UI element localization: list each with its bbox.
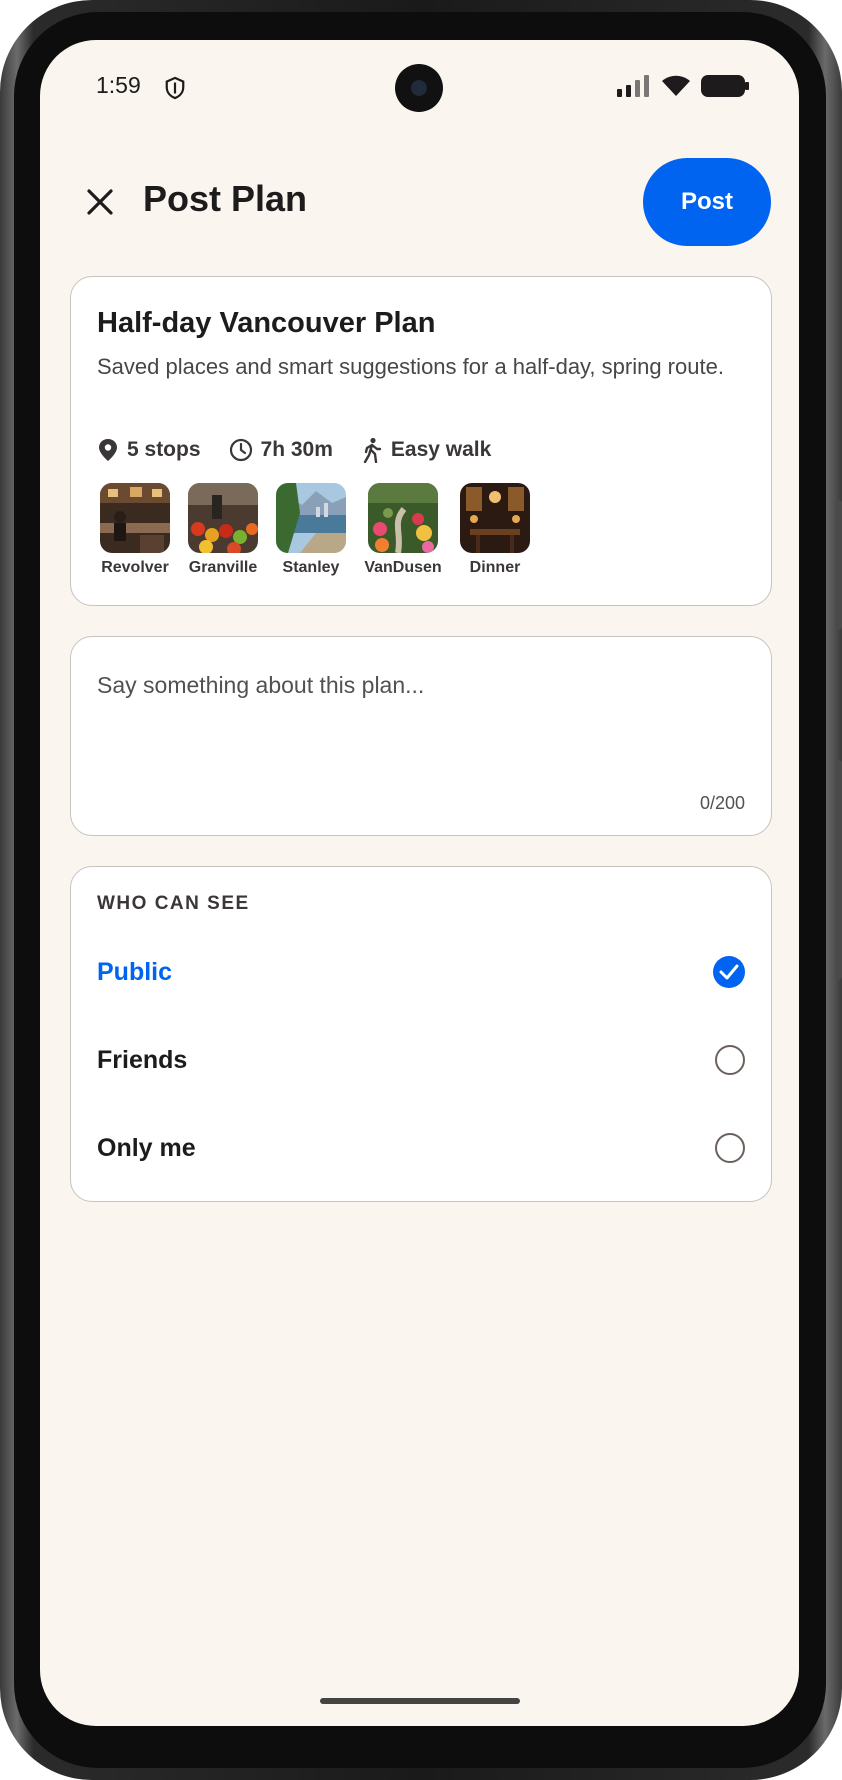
place-label: Dinner [469,559,521,576]
place-label: Revolver [101,559,169,576]
post-button[interactable]: Post [643,158,771,246]
plan-meta: 5 stops 7h 30m Easy walk [97,437,491,463]
location-pin-icon [99,439,117,461]
place-label: Granville [188,559,258,576]
front-camera [395,64,443,112]
comment-card[interactable]: 0/200 [70,636,772,836]
wifi-icon [662,75,690,96]
visibility-card: WHO CAN SEE Public Friends Only me [70,866,772,1202]
place-thumbnails: Revolver Granville Stanley VanDusen Dinn… [91,483,539,577]
page-title: Post Plan [143,178,308,219]
status-icons [617,74,749,98]
place-item[interactable]: Stanley [267,483,355,577]
screen: 1:59 Post Plan Post Half-day Vancouver P… [40,40,799,1726]
market-photo [188,483,258,553]
visibility-option-friends[interactable]: Friends [71,1025,771,1095]
place-item[interactable]: Dinner [451,483,539,577]
check-icon [719,964,739,980]
status-time: 1:59 [96,72,141,98]
restaurant-photo [460,483,530,553]
option-label: Friends [97,1045,188,1074]
plan-description: Saved places and smart suggestions for a… [97,354,724,379]
walk-meta: Easy walk [361,437,491,463]
visibility-heading: WHO CAN SEE [97,893,250,914]
shield-icon [165,76,185,100]
place-label: Stanley [282,559,340,576]
home-indicator[interactable] [320,1698,520,1704]
option-label: Public [97,957,173,986]
visibility-option-public[interactable]: Public [71,937,771,1007]
phone-frame: 1:59 Post Plan Post Half-day Vancouver P… [0,0,842,1780]
cafe-photo [100,483,170,553]
place-label: VanDusen [364,559,442,576]
signal-icon [617,75,649,97]
walking-icon [363,437,382,463]
plan-title: Half-day Vancouver Plan [97,307,436,339]
char-count: 0/200 [699,793,745,813]
place-item[interactable]: VanDusen [355,483,451,577]
garden-photo [368,483,438,553]
place-item[interactable]: Revolver [91,483,179,577]
stops-meta: 5 stops [97,438,201,462]
place-item[interactable]: Granville [179,483,267,577]
option-label: Only me [97,1133,196,1162]
duration-meta: 7h 30m [229,438,333,462]
clock-icon [229,438,252,462]
close-button[interactable] [78,180,122,224]
radio-unchecked-icon[interactable] [715,1133,745,1163]
seawall-photo [276,483,346,553]
walk-text: Easy walk [390,438,492,461]
volume-button [836,760,842,980]
duration-text: 7h 30m [260,438,333,461]
radio-checked-icon[interactable] [713,956,745,988]
battery-icon [701,75,749,97]
plan-card[interactable]: Half-day Vancouver Plan Saved places and… [70,276,772,606]
radio-unchecked-icon[interactable] [715,1045,745,1075]
power-button [836,500,842,630]
visibility-option-only-me[interactable]: Only me [71,1113,771,1183]
stops-text: 5 stops [127,438,201,461]
close-icon [87,189,113,215]
comment-input[interactable] [97,665,747,705]
